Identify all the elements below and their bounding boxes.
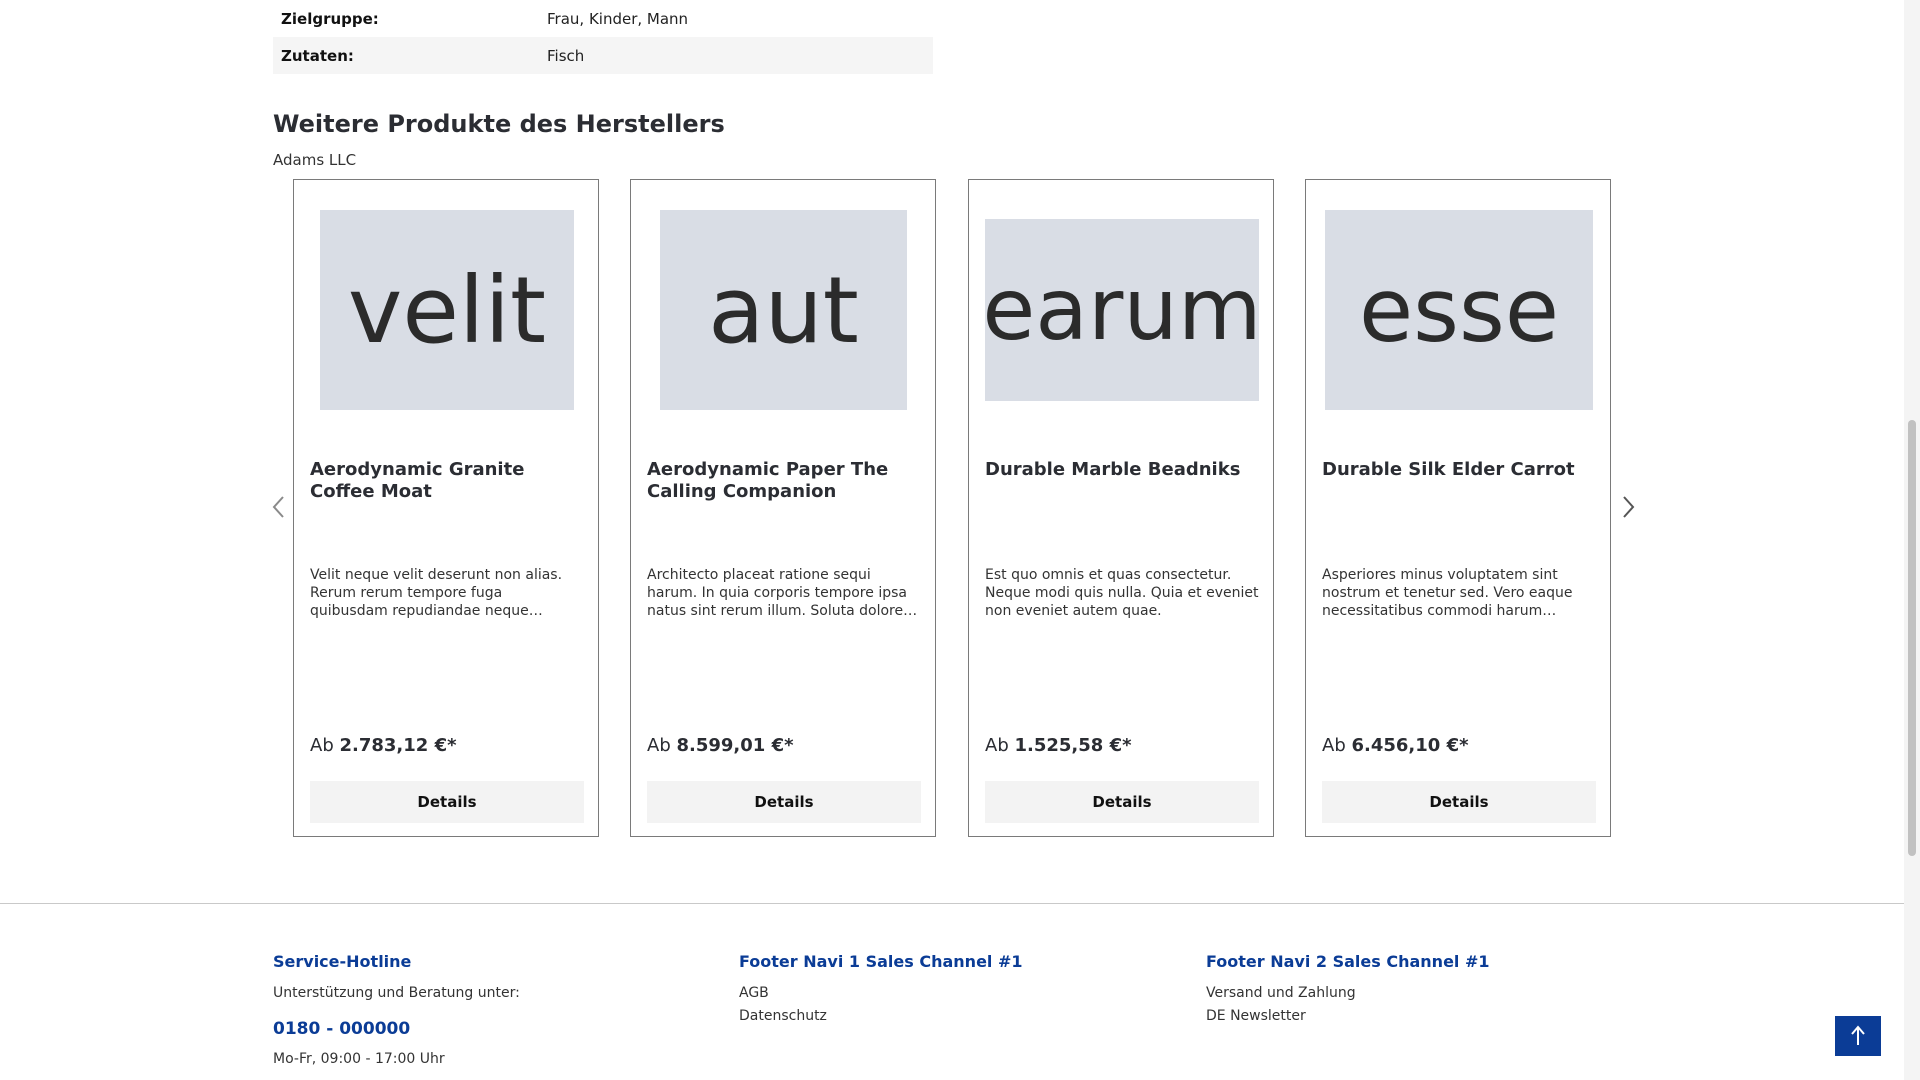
- product-image[interactable]: earum: [985, 219, 1259, 401]
- price-prefix: Ab: [985, 735, 1009, 756]
- details-button[interactable]: Details: [1322, 781, 1596, 823]
- footer-link-agb[interactable]: AGB: [739, 985, 1023, 1001]
- slider-next-button[interactable]: [1617, 494, 1639, 520]
- product-image-text: earum: [985, 260, 1259, 360]
- footer-service-column: Service-Hotline Unterstützung und Beratu…: [273, 952, 520, 1067]
- page: Zielgruppe: Frau, Kinder, Mann Zutaten: …: [0, 0, 1904, 1080]
- product-card: earum Durable Marble Beadniks Est quo om…: [968, 179, 1274, 837]
- product-name[interactable]: Durable Silk Elder Carrot: [1322, 459, 1592, 481]
- product-description: Velit neque velit deserunt non alias. Re…: [310, 567, 563, 619]
- product-name[interactable]: Durable Marble Beadniks: [985, 459, 1255, 481]
- footer-service-text: Unterstützung und Beratung unter:: [273, 985, 520, 1001]
- price-amount: 8.599,01 €*: [676, 735, 794, 756]
- property-key: Zutaten:: [281, 46, 354, 65]
- footer-phone-link[interactable]: 0180 - 000000: [273, 1019, 520, 1039]
- footer-nav1-column: Footer Navi 1 Sales Channel #1 AGB Daten…: [739, 952, 1023, 1031]
- product-card: esse Durable Silk Elder Carrot Asperiore…: [1305, 179, 1611, 837]
- details-button[interactable]: Details: [647, 781, 921, 823]
- details-button[interactable]: Details: [310, 781, 584, 823]
- product-image-text: aut: [708, 256, 859, 364]
- footer-nav1-title: Footer Navi 1 Sales Channel #1: [739, 952, 1023, 971]
- property-value: Frau, Kinder, Mann: [547, 9, 689, 28]
- footer-nav2-column: Footer Navi 2 Sales Channel #1 Versand u…: [1206, 952, 1490, 1031]
- footer-service-hours: Mo-Fr, 09:00 - 17:00 Uhr: [273, 1051, 445, 1067]
- product-name[interactable]: Aerodynamic Granite Coffee Moat: [310, 459, 580, 503]
- slider-prev-button[interactable]: [268, 494, 290, 520]
- product-image[interactable]: aut: [660, 210, 907, 410]
- scrollbar-thumb[interactable]: [1908, 420, 1916, 856]
- property-value: Fisch: [547, 46, 585, 65]
- scroll-to-top-button[interactable]: [1835, 1016, 1881, 1056]
- price-prefix: Ab: [647, 735, 671, 756]
- product-price: Ab 8.599,01 €*: [647, 735, 794, 756]
- footer-link-newsletter[interactable]: DE Newsletter: [1206, 1008, 1490, 1024]
- price-prefix: Ab: [310, 735, 334, 756]
- manufacturer-name: Adams LLC: [273, 151, 357, 169]
- product-description: Asperiores minus voluptatem sint nostrum…: [1322, 567, 1573, 619]
- chevron-right-icon: [1623, 496, 1635, 518]
- product-description: Est quo omnis et quas consectetur. Neque…: [985, 567, 1259, 619]
- footer-link-datenschutz[interactable]: Datenschutz: [739, 1008, 1023, 1024]
- chevron-left-icon: [272, 496, 284, 518]
- footer-link-versand[interactable]: Versand und Zahlung: [1206, 985, 1490, 1001]
- price-amount: 1.525,58 €*: [1014, 735, 1132, 756]
- product-properties-table: Zielgruppe: Frau, Kinder, Mann Zutaten: …: [273, 0, 933, 74]
- footer-divider: [0, 903, 1904, 904]
- product-price: Ab 6.456,10 €*: [1322, 735, 1469, 756]
- property-row: Zielgruppe: Frau, Kinder, Mann: [273, 0, 933, 37]
- footer-service-title: Service-Hotline: [273, 952, 412, 971]
- footer-nav2-title: Footer Navi 2 Sales Channel #1: [1206, 952, 1490, 971]
- product-image[interactable]: velit: [320, 210, 574, 410]
- product-description: Architecto placeat ratione sequi harum. …: [647, 567, 907, 619]
- property-row: Zutaten: Fisch: [273, 37, 933, 74]
- section-title: Weitere Produkte des Herstellers: [273, 110, 725, 138]
- details-button[interactable]: Details: [985, 781, 1259, 823]
- product-image-text: esse: [1359, 258, 1559, 362]
- page-scrollbar[interactable]: [1904, 0, 1920, 1080]
- arrow-up-icon: [1851, 1025, 1865, 1045]
- property-key: Zielgruppe:: [281, 9, 379, 28]
- product-image-text: velit: [347, 256, 547, 364]
- product-price: Ab 1.525,58 €*: [985, 735, 1132, 756]
- price-amount: 6.456,10 €*: [1351, 735, 1469, 756]
- price-amount: 2.783,12 €*: [339, 735, 457, 756]
- product-image[interactable]: esse: [1325, 210, 1593, 410]
- product-card: velit Aerodynamic Granite Coffee Moat Ve…: [293, 179, 599, 837]
- product-card: aut Aerodynamic Paper The Calling Compan…: [630, 179, 936, 837]
- product-name[interactable]: Aerodynamic Paper The Calling Companion: [647, 459, 917, 503]
- price-prefix: Ab: [1322, 735, 1346, 756]
- product-price: Ab 2.783,12 €*: [310, 735, 457, 756]
